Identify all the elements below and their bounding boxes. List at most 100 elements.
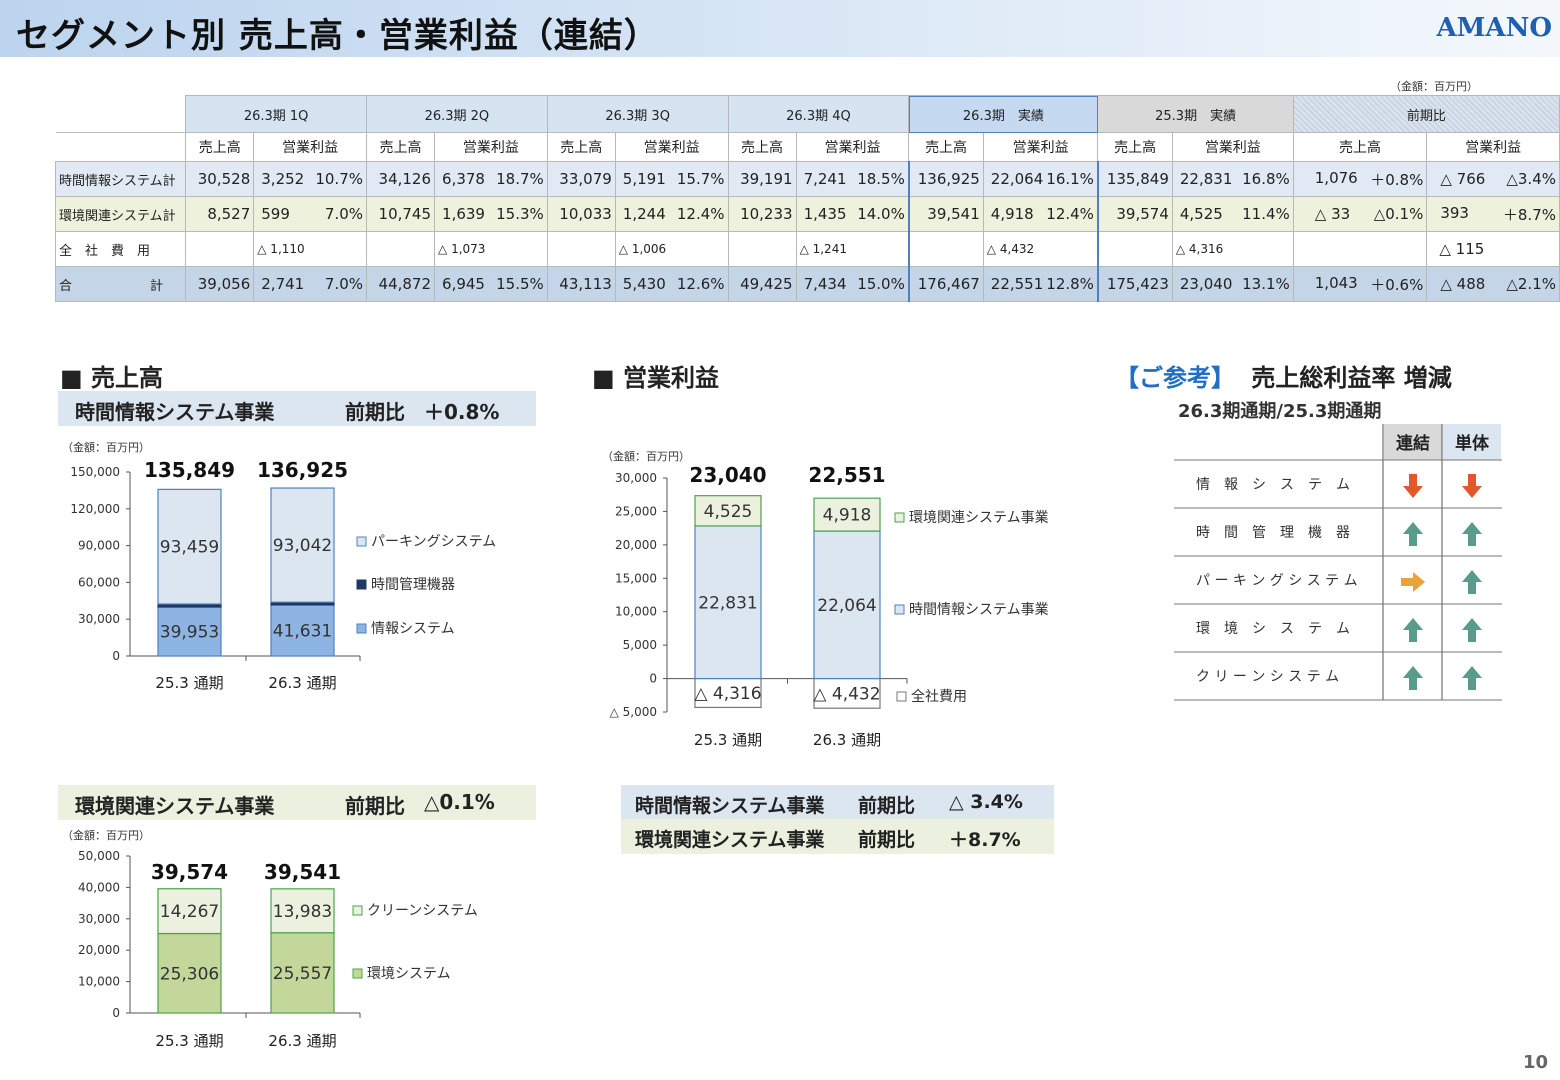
table-row: 合 計 39,056 2,741 7.0% 44,872 6,945 15.5% 43,113… <box>54 266 1560 302</box>
y-tick-label: 0 <box>649 672 657 686</box>
data-label: 93,042 <box>273 536 332 556</box>
arrow-up-icon <box>1403 666 1423 690</box>
env-band-label: 前期比 <box>345 794 405 818</box>
page-number: 10 <box>1522 1052 1548 1073</box>
cell-sales: 43,113 <box>546 266 616 302</box>
data-label: 25,306 <box>160 964 219 984</box>
cell-sales <box>185 231 255 267</box>
time-sales-band: 時間情報システム事業 前期比 ＋0.8% <box>58 391 536 426</box>
cell-profit: △ 4,432 <box>982 231 1099 267</box>
legend-label: 時間管理機器 <box>371 577 455 593</box>
cell-diff-sales <box>1292 231 1428 267</box>
cell-sales: 49,425 <box>727 266 797 302</box>
subheader-sales: 売上高 <box>365 132 436 162</box>
y-tick-label: 40,000 <box>78 880 120 894</box>
total-label: 136,925 <box>257 458 348 482</box>
table-corner-2 <box>55 132 187 162</box>
reference-title-text: 売上総利益率 増減 <box>1251 364 1452 392</box>
subheader-sales: 売上高 <box>1292 132 1428 162</box>
table-header-row: 26.3期 1Q 26.3期 2Q 26.3期 3Q 26.3期 4Q 26.3… <box>55 95 1560 133</box>
env-sales-band: 環境関連システム事業 前期比 △0.1% <box>58 785 536 820</box>
cell-sales: 10,033 <box>546 196 616 232</box>
profit-compare-env-value: ＋8.7% <box>949 829 1021 851</box>
profit-compare-env-name: 環境関連システム事業 <box>635 829 825 851</box>
subheader-profit: 営業利益 <box>1426 132 1560 162</box>
time-band-name: 時間情報システム事業 <box>75 400 275 424</box>
cell-profit: 22,551 12.8% <box>982 266 1099 302</box>
row-label: 環境関連システム計 <box>54 196 187 232</box>
cell-profit: 6,945 15.5% <box>434 266 548 302</box>
profit-heading: ■ 営業利益 <box>592 364 720 392</box>
y-tick-label: 5,000 <box>623 638 657 652</box>
reference-bracket: 【ご参考】 <box>1115 364 1235 392</box>
cell-profit: 5,191 15.7% <box>614 161 729 197</box>
cell-profit: 22,831 16.8% <box>1171 161 1294 197</box>
cell-diff-profit: 393 ＋8.7% <box>1426 196 1560 232</box>
total-label: 22,551 <box>808 463 885 487</box>
arrow-up-icon <box>1462 522 1482 546</box>
segment-table: 26.3期 1Q 26.3期 2Q 26.3期 3Q 26.3期 4Q 26.3… <box>54 95 1560 302</box>
cell-profit: 7,241 18.5% <box>795 161 910 197</box>
cell-sales: 30,528 <box>185 161 255 197</box>
arrow-up-icon <box>1403 618 1423 642</box>
y-tick-label: 0 <box>112 1006 120 1020</box>
legend-swatch <box>896 691 907 702</box>
subheader-profit: 営業利益 <box>614 132 729 162</box>
y-tick-label: 20,000 <box>615 538 657 552</box>
profit-chart: △ 5,000 0 5,000 10,000 15,000 20,000 25,000 30,… <box>610 463 1049 749</box>
legend-label: クリーンシステム <box>367 903 478 919</box>
table-unit-label: （金額：百万円） <box>1390 80 1478 93</box>
legend-swatch <box>352 905 363 916</box>
data-label: 41,631 <box>273 621 332 641</box>
y-tick-label: 50,000 <box>78 849 120 863</box>
header-26-4q: 26.3期 4Q <box>727 95 910 133</box>
total-label: 23,040 <box>689 463 766 487</box>
subheader-sales: 売上高 <box>908 132 984 162</box>
legend-label: 環境関連システム事業 <box>909 510 1049 526</box>
total-label: 39,574 <box>151 860 228 884</box>
table-row: 全 社 費 用 △ 1,110 △ 1,073 △ 1,006 △ 1,241 △ 4,4… <box>54 231 1560 267</box>
cell-diff-sales: 1,043 ＋0.6% <box>1292 266 1428 302</box>
data-label: 4,918 <box>823 506 872 526</box>
cell-profit: 3,252 10.7% <box>253 161 367 197</box>
table-corner <box>55 95 187 133</box>
cell-sales: 44,872 <box>365 266 436 302</box>
subheader-sales: 売上高 <box>727 132 797 162</box>
legend-swatch <box>894 604 905 615</box>
arrow-down-icon <box>1462 474 1482 498</box>
subheader-sales: 売上高 <box>185 132 255 162</box>
subheader-profit: 営業利益 <box>434 132 548 162</box>
env-band-value: △0.1% <box>424 790 495 814</box>
data-label: 4,525 <box>704 502 753 522</box>
cell-sales: 39,191 <box>727 161 797 197</box>
chart3-unit: （金額：百万円） <box>62 829 150 842</box>
cell-sales: 136,925 <box>907 161 984 197</box>
total-label: 39,541 <box>264 860 341 884</box>
cell-sales: 10,233 <box>727 196 797 232</box>
y-tick-label: 10,000 <box>615 605 657 619</box>
y-tick-label: 60,000 <box>78 575 120 589</box>
cell-profit: △ 1,241 <box>795 231 910 267</box>
category-label: 26.3 通期 <box>813 731 881 749</box>
cell-profit: 1,244 12.4% <box>614 196 729 232</box>
cell-profit: 1,639 15.3% <box>434 196 548 232</box>
profit-compare-time-name: 時間情報システム事業 <box>635 795 825 817</box>
legend-label: 時間情報システム事業 <box>909 602 1049 618</box>
total-label: 135,849 <box>144 458 235 482</box>
reference-row-label: パ ー キ ン グ シ ス テ ム <box>1196 573 1358 589</box>
subheader-sales: 売上高 <box>546 132 616 162</box>
subheader-profit: 営業利益 <box>982 132 1099 162</box>
sales-env-chart: 0 10,000 20,000 30,000 40,000 50,000 25,306 14,… <box>78 849 478 1050</box>
cell-sales: 39,056 <box>185 266 255 302</box>
cell-profit: 4,918 12.4% <box>982 196 1099 232</box>
reference-title: 【ご参考】 売上総利益率 増減 <box>1115 358 1452 393</box>
cell-sales: 10,745 <box>365 196 436 232</box>
page-title: セグメント別 売上高・営業利益（連結） <box>16 16 659 56</box>
cell-diff-sales: △ 33 △0.1% <box>1292 196 1428 232</box>
cell-diff-profit: △ 115 <box>1426 231 1560 267</box>
legend-swatch <box>894 512 905 523</box>
cell-sales: 34,126 <box>365 161 436 197</box>
subheader-profit: 営業利益 <box>795 132 910 162</box>
y-tick-label: 150,000 <box>70 465 120 479</box>
cell-sales <box>365 231 436 267</box>
